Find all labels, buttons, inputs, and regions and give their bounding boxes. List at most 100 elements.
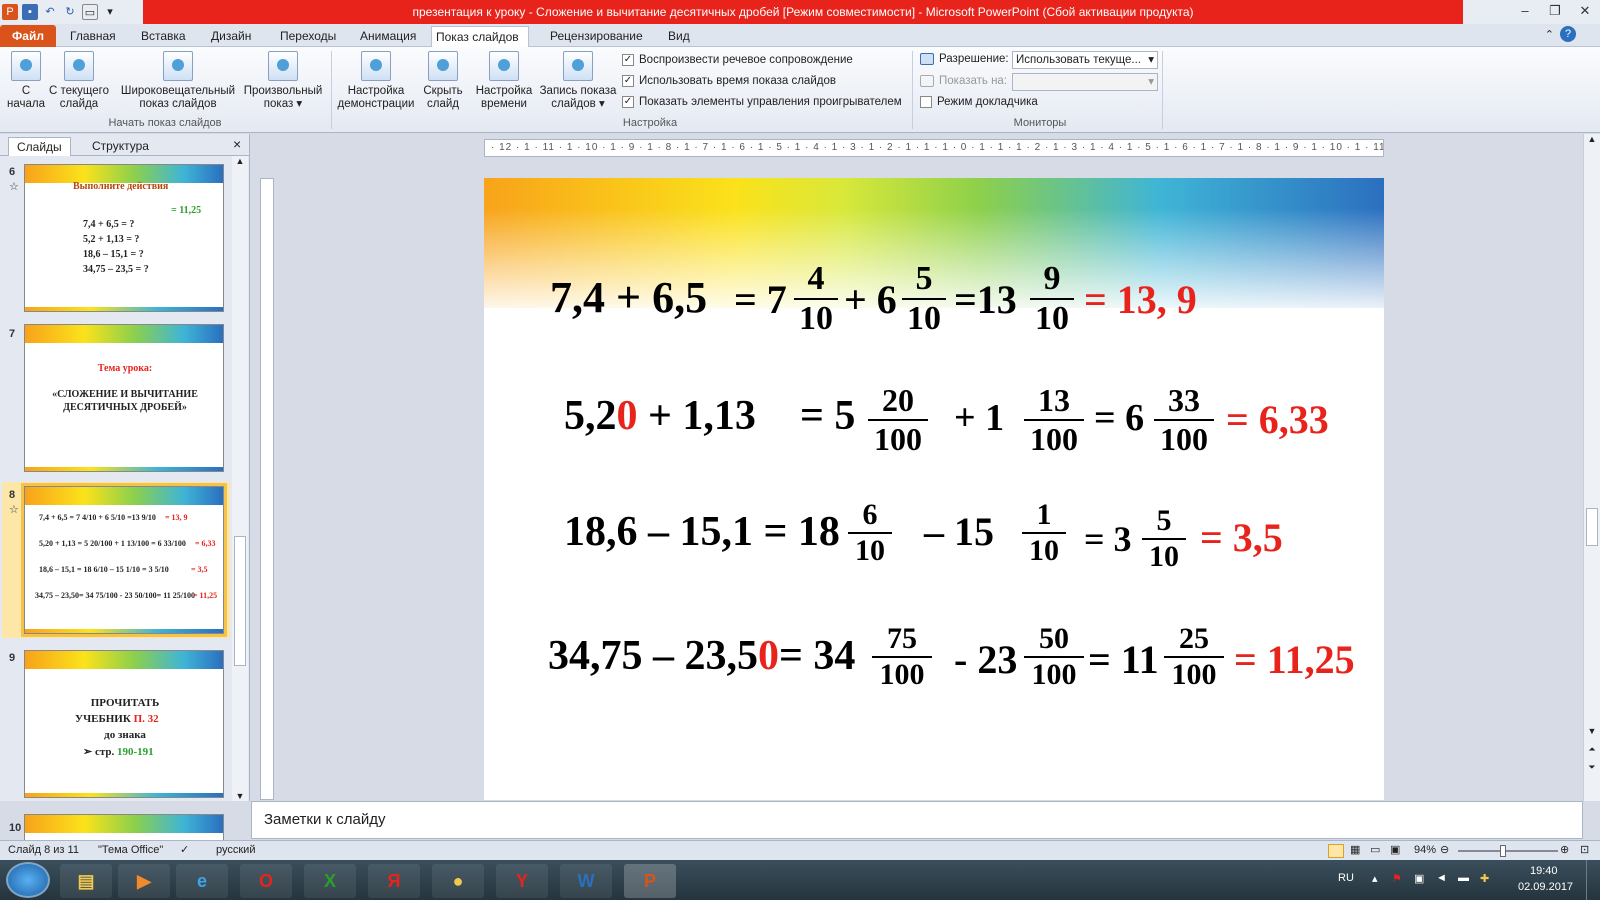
tab-review[interactable]: Рецензирование bbox=[546, 26, 647, 47]
show-desktop-button[interactable] bbox=[1586, 860, 1600, 900]
slide-number: 10 bbox=[9, 822, 22, 834]
powerpoint-taskbar-icon[interactable]: P bbox=[624, 864, 676, 898]
zoom-level[interactable]: 94% bbox=[1414, 841, 1436, 860]
tab-insert[interactable]: Вставка bbox=[137, 26, 190, 47]
pane-scrollbar[interactable]: ▲ ▼ bbox=[232, 156, 248, 801]
slide-thumbnail-8[interactable]: 7,4 + 6,5 = 7 4/10 + 6 5/10 =13 9/10 = 1… bbox=[21, 483, 227, 637]
slideshow-icon[interactable]: ▭ bbox=[82, 4, 98, 20]
normal-view-icon[interactable] bbox=[1328, 844, 1344, 858]
input-language[interactable]: RU bbox=[1338, 872, 1354, 884]
undo-icon[interactable]: ↶ bbox=[42, 4, 58, 20]
use-timings-checkbox[interactable]: ✓ Использовать время показа слайдов bbox=[622, 75, 836, 87]
volume-icon[interactable]: ◄ bbox=[1436, 872, 1447, 884]
tab-transitions[interactable]: Переходы bbox=[276, 26, 340, 47]
resolution-dropdown[interactable]: Использовать текуще... ▾ bbox=[1012, 51, 1158, 69]
zoom-out-icon[interactable]: ⊖ bbox=[1440, 841, 1449, 860]
tab-animations[interactable]: Анимация bbox=[356, 26, 420, 47]
current-slide[interactable]: 7,4 + 6,5 = 7 4 10 + 6 5 10 =13 9 10 = 13, … bbox=[484, 178, 1384, 800]
scroll-up-icon[interactable]: ▲ bbox=[232, 156, 248, 166]
tab-design[interactable]: Дизайн bbox=[207, 26, 255, 47]
media-player-taskbar-icon[interactable]: ▶ bbox=[118, 864, 170, 898]
denominator: 10 bbox=[848, 532, 892, 568]
custom-show-button[interactable]: Произвольный показ ▾ bbox=[240, 51, 326, 111]
language-indicator[interactable]: русский bbox=[216, 841, 255, 860]
tab-home[interactable]: Главная bbox=[66, 26, 120, 47]
editor-scroll-thumb[interactable] bbox=[1586, 508, 1598, 546]
fit-to-window-icon[interactable]: ⊡ bbox=[1580, 841, 1589, 860]
record-slideshow-button[interactable]: Запись показа слайдов ▾ bbox=[538, 51, 618, 111]
broadcast-slideshow-button[interactable]: Широковещательный показ слайдов bbox=[118, 51, 238, 111]
pane-scroll-thumb[interactable] bbox=[234, 536, 246, 666]
notes-pane[interactable]: Заметки к слайду bbox=[251, 801, 1583, 839]
group-separator bbox=[1162, 51, 1163, 129]
save-icon[interactable]: ▪ bbox=[22, 4, 38, 20]
chrome-taskbar-icon[interactable]: ● bbox=[432, 864, 484, 898]
explorer-taskbar-icon[interactable]: ▤ bbox=[60, 864, 112, 898]
media-controls-checkbox[interactable]: ✓ Показать элементы управления проигрыват… bbox=[622, 96, 902, 108]
chevron-down-icon: ▾ bbox=[1148, 76, 1154, 88]
numerator: 5 bbox=[915, 260, 933, 297]
customize-qat-icon[interactable]: ▾ bbox=[102, 4, 118, 20]
slide-thumbnail-6[interactable]: Выполните действия 7,4 + 6,5 = ? 5,2 + 1… bbox=[24, 164, 224, 312]
rehearse-timings-button[interactable]: Настройка времени bbox=[472, 51, 536, 111]
tab-view[interactable]: Вид bbox=[664, 26, 694, 47]
minimize-ribbon-icon[interactable]: ⌃ bbox=[1545, 28, 1554, 41]
clock-time[interactable]: 19:40 bbox=[1530, 865, 1558, 877]
close-pane-icon[interactable]: × bbox=[233, 136, 241, 152]
theme-name[interactable]: "Тема Office" bbox=[98, 841, 163, 860]
tab-slides[interactable]: Слайды bbox=[8, 137, 71, 156]
word-taskbar-icon[interactable]: W bbox=[560, 864, 612, 898]
setup-slideshow-button[interactable]: Настройка демонстрации bbox=[336, 51, 416, 111]
from-beginning-button[interactable]: С начала bbox=[6, 51, 46, 111]
tab-file[interactable]: Файл bbox=[0, 25, 56, 47]
yandex-taskbar-icon[interactable]: Я bbox=[368, 864, 420, 898]
opera-taskbar-icon[interactable]: O bbox=[240, 864, 292, 898]
network-icon[interactable]: ▣ bbox=[1414, 872, 1424, 885]
zoom-slider[interactable] bbox=[1458, 850, 1558, 852]
redo-icon[interactable]: ↻ bbox=[62, 4, 78, 20]
scroll-down-icon[interactable]: ▼ bbox=[232, 791, 248, 801]
thumb-line: 7,4 + 6,5 = 7 4/10 + 6 5/10 =13 9/10 bbox=[39, 513, 156, 522]
tray-expand-icon[interactable]: ▴ bbox=[1372, 872, 1378, 885]
animation-star-icon: ☆ bbox=[9, 181, 19, 193]
previous-slide-icon[interactable]: ⏶ bbox=[1584, 744, 1600, 755]
close-icon[interactable]: ✕ bbox=[1570, 0, 1600, 22]
zoom-slider-thumb[interactable] bbox=[1500, 845, 1506, 857]
from-current-slide-button[interactable]: С текущего слайда bbox=[46, 51, 112, 111]
powerpoint-icon[interactable]: P bbox=[2, 4, 18, 20]
help-icon[interactable]: ? bbox=[1560, 26, 1576, 42]
next-slide-icon[interactable]: ⏷ bbox=[1584, 762, 1600, 773]
tab-slide-show[interactable]: Показ слайдов bbox=[431, 26, 529, 47]
yandex-browser-taskbar-icon[interactable]: Y bbox=[496, 864, 548, 898]
thumb-footer-band bbox=[25, 793, 223, 797]
action-center-icon[interactable]: ⚑ bbox=[1392, 872, 1402, 885]
presenter-view-checkbox[interactable]: Режим докладчика bbox=[920, 96, 1038, 108]
start-button[interactable] bbox=[6, 862, 50, 898]
zoom-in-icon[interactable]: ⊕ bbox=[1560, 841, 1569, 860]
spellcheck-icon[interactable]: ✓ bbox=[180, 841, 189, 860]
ie-taskbar-icon[interactable]: e bbox=[176, 864, 228, 898]
numerator: 33 bbox=[1168, 382, 1200, 418]
clock-date[interactable]: 02.09.2017 bbox=[1518, 881, 1573, 893]
slide-sorter-icon[interactable]: ▦ bbox=[1350, 841, 1360, 860]
editor-scrollbar[interactable]: ▲ ▼ ⏶ ⏷ bbox=[1583, 134, 1600, 801]
minimize-icon[interactable]: – bbox=[1510, 0, 1540, 22]
title-bar: P ▪ ↶ ↻ ▭ ▾ презентация к уроку - Сложен… bbox=[0, 0, 1600, 24]
scroll-up-icon[interactable]: ▲ bbox=[1584, 134, 1600, 144]
power-icon[interactable]: ▬ bbox=[1458, 872, 1469, 884]
reading-view-icon[interactable]: ▭ bbox=[1370, 841, 1380, 860]
tray-app-icon[interactable]: ✚ bbox=[1480, 872, 1489, 885]
slide-number: 9 bbox=[9, 652, 16, 664]
thumb-header-band bbox=[25, 651, 223, 669]
scroll-down-icon[interactable]: ▼ bbox=[1584, 726, 1600, 736]
slide-thumbnail-9[interactable]: ПРОЧИТАТЬ УЧЕБНИК П. 32 до знака ➢ стр. … bbox=[24, 650, 224, 798]
slide-thumbnail-7[interactable]: Тема урока: «СЛОЖЕНИЕ И ВЫЧИТАНИЕ ДЕСЯТИ… bbox=[24, 324, 224, 472]
slideshow-view-icon[interactable]: ▣ bbox=[1390, 841, 1400, 860]
excel-taskbar-icon[interactable]: X bbox=[304, 864, 356, 898]
maximize-icon[interactable]: ❐ bbox=[1540, 0, 1570, 22]
narration-checkbox[interactable]: ✓ Воспроизвести речевое сопровождение bbox=[622, 54, 853, 66]
show-on-dropdown[interactable]: ▾ bbox=[1012, 73, 1158, 91]
thumb-header-band bbox=[25, 815, 223, 833]
tab-outline[interactable]: Структура bbox=[84, 137, 157, 156]
hide-slide-button[interactable]: Скрыть слайд bbox=[418, 51, 468, 111]
